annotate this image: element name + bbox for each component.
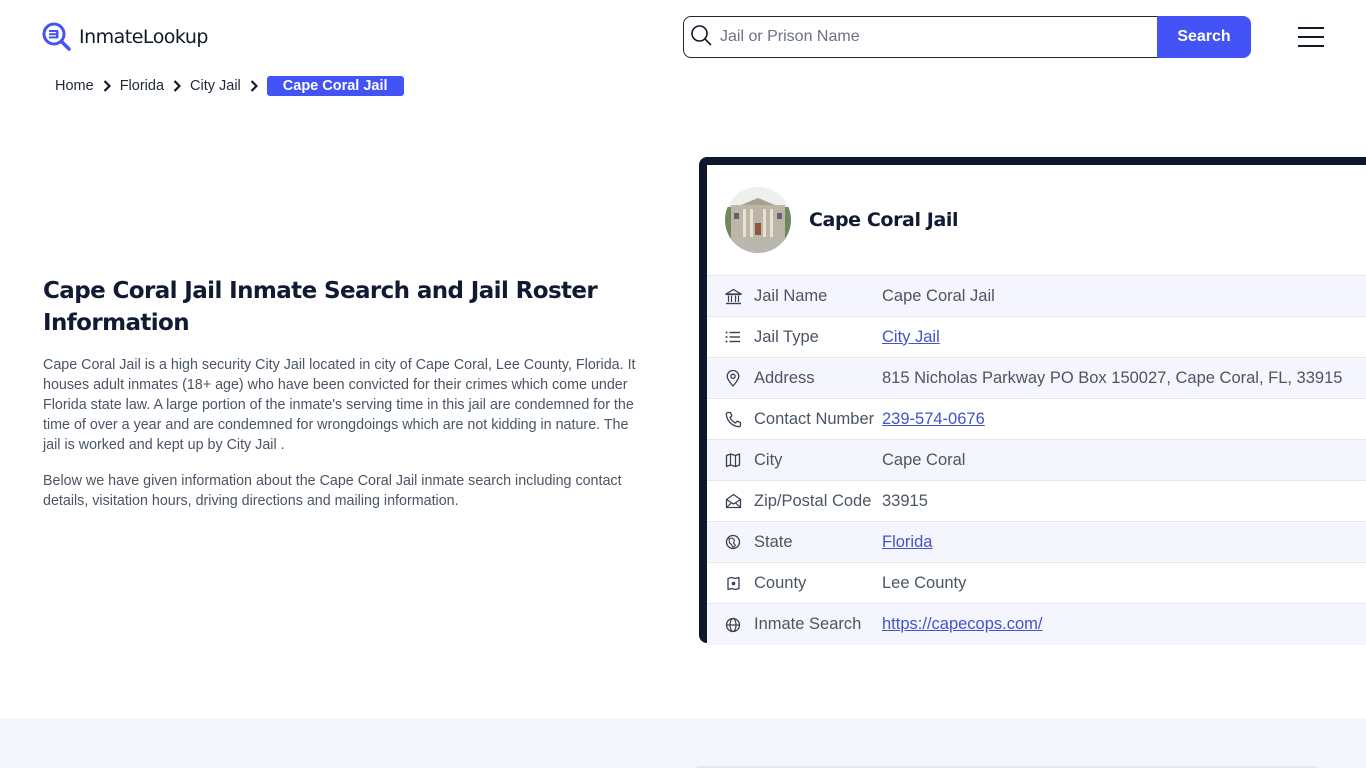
magnifier-logo-icon (42, 22, 72, 52)
card-title: Cape Coral Jail (809, 209, 959, 231)
breadcrumb-city-jail[interactable]: City Jail (190, 78, 241, 94)
chevron-right-icon (103, 80, 111, 92)
detail-label: County (754, 573, 807, 592)
jail-photo (725, 187, 791, 253)
detail-row-city: City Cape Coral (707, 440, 1366, 481)
detail-value: 815 Nicholas Parkway PO Box 150027, Cape… (882, 368, 1343, 387)
detail-row-contact: Contact Number 239-574-0676 (707, 399, 1366, 440)
mail-open-icon (724, 492, 742, 510)
detail-label: Jail Type (754, 327, 819, 346)
page-title: Cape Coral Jail Inmate Search and Jail R… (43, 278, 598, 336)
detail-label: Inmate Search (754, 615, 862, 633)
intro-paragraph: Below we have given information about th… (43, 473, 622, 509)
jail-type-link[interactable]: City Jail (882, 328, 940, 347)
hamburger-line (1298, 36, 1324, 38)
detail-label: Contact Number (754, 409, 875, 428)
hamburger-line (1298, 45, 1324, 47)
county-map-icon (724, 574, 742, 592)
card-header: Cape Coral Jail (707, 165, 1366, 275)
building-columns-icon (724, 287, 742, 305)
detail-row-inmate-search: Inmate Search https://capecops.com/ (707, 604, 1366, 645)
map-pin-icon (724, 369, 742, 387)
intro-paragraph: Cape Coral Jail is a high security City … (43, 357, 636, 453)
chevron-right-icon (250, 80, 258, 92)
search-button[interactable]: Search (1157, 16, 1251, 58)
detail-label: State (754, 532, 793, 551)
breadcrumb-current: Cape Coral Jail (266, 76, 404, 96)
detail-row-zip: Zip/Postal Code 33915 (707, 481, 1366, 522)
list-icon (724, 328, 742, 346)
detail-label: Address (754, 368, 815, 387)
detail-label: Zip/Postal Code (754, 491, 872, 510)
detail-row-state: State Florida (707, 522, 1366, 563)
globe-icon (724, 616, 742, 634)
detail-row-jail-type: Jail Type City Jail (707, 317, 1366, 358)
jail-details-list: Jail Name Cape Coral Jail Jail Type City… (707, 275, 1366, 645)
detail-label: City (754, 450, 783, 469)
detail-value: Cape Coral Jail (882, 286, 995, 305)
detail-row-address: Address 815 Nicholas Parkway PO Box 1500… (707, 358, 1366, 399)
detail-row-jail-name: Jail Name Cape Coral Jail (707, 276, 1366, 317)
breadcrumb-florida[interactable]: Florida (120, 78, 164, 94)
phone-icon (724, 410, 742, 428)
detail-value: Cape Coral (882, 450, 966, 469)
detail-value: 33915 (882, 491, 928, 510)
search-form: Search (683, 16, 1251, 58)
hamburger-line (1298, 27, 1324, 29)
logo[interactable]: InmateLookup (42, 22, 208, 52)
breadcrumb-home[interactable]: Home (55, 78, 94, 94)
logo-text: InmateLookup (79, 26, 208, 48)
jail-info-card-body: Cape Coral Jail Jail Name Cape Coral Jai… (707, 165, 1366, 645)
menu-button[interactable] (1298, 27, 1324, 47)
search-input[interactable] (720, 28, 1120, 46)
detail-row-county: County Lee County (707, 563, 1366, 604)
phone-link[interactable]: 239-574-0676 (882, 410, 985, 429)
chevron-right-icon (173, 80, 182, 92)
jail-info-card: Cape Coral Jail Jail Name Cape Coral Jai… (699, 157, 1366, 645)
inmate-search-link[interactable]: https://capecops.com/ (882, 615, 1043, 634)
detail-label: Jail Name (754, 286, 828, 305)
breadcrumb: Home Florida City Jail Cape Coral Jail (55, 76, 404, 96)
search-icon (690, 24, 712, 51)
detail-value: Lee County (882, 573, 967, 592)
search-box (683, 16, 1157, 58)
map-icon (724, 451, 742, 469)
state-link[interactable]: Florida (882, 533, 932, 552)
globe-pin-icon (724, 533, 742, 551)
next-section-band (0, 718, 1366, 768)
site-header: InmateLookup Search (0, 0, 1366, 75)
intro-section: Cape Coral Jail Inmate Search and Jail R… (43, 275, 643, 511)
